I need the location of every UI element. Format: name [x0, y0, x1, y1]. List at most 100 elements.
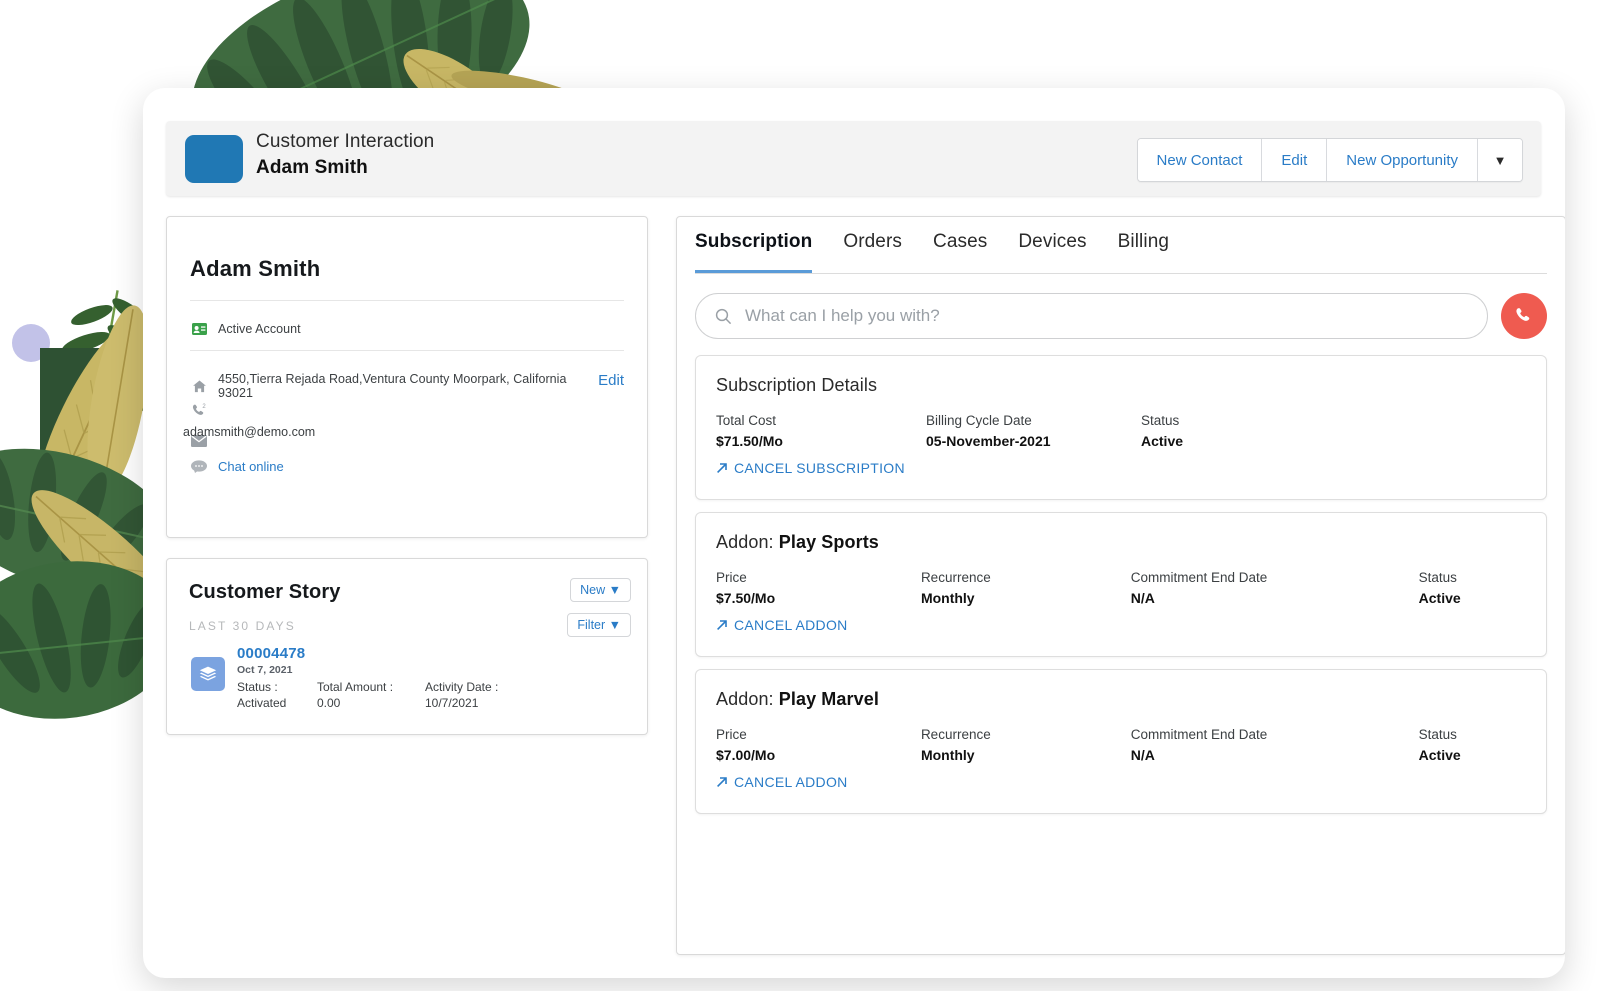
chat-online-link[interactable]: Chat online: [218, 459, 284, 474]
field-value: N/A: [1131, 588, 1419, 609]
field-label: Commitment End Date: [1131, 567, 1419, 588]
tab-devices[interactable]: Devices: [1018, 231, 1086, 273]
cancel-addon-label: CANCEL ADDON: [734, 617, 848, 633]
story-field-value: 0.00: [317, 695, 425, 711]
email-text: adamsmith@demo.com: [183, 425, 315, 439]
divider: [190, 300, 624, 301]
tab-cases[interactable]: Cases: [933, 231, 987, 273]
field-price: Price $7.50/Mo: [716, 567, 921, 609]
addon-card-play-marvel: Addon: Play Marvel Price $7.00/Mo Recurr…: [695, 669, 1547, 814]
field-recurrence: Recurrence Monthly: [921, 724, 1131, 766]
field-value: $7.50/Mo: [716, 588, 921, 609]
field-label: Commitment End Date: [1131, 724, 1419, 745]
story-record-number[interactable]: 00004478: [237, 645, 533, 662]
story-field-value: 10/7/2021: [425, 695, 533, 711]
phone-row: 2: [190, 402, 208, 420]
addon-name: Play Marvel: [779, 689, 879, 709]
field-value: N/A: [1131, 745, 1419, 766]
divider: [190, 350, 624, 351]
field-value: $7.00/Mo: [716, 745, 921, 766]
field-status: Status Active: [1419, 724, 1526, 766]
story-field-grid: Status : Activated Total Amount : 0.00 A…: [237, 679, 533, 711]
addon-title: Addon: Play Marvel: [716, 689, 879, 710]
addon-title: Addon: Play Sports: [716, 532, 879, 553]
address-text: 4550,Tierra Rejada Road,Ventura County M…: [218, 372, 580, 400]
cancel-subscription-link[interactable]: CANCEL SUBSCRIPTION: [716, 460, 905, 476]
arrow-up-right-icon: [716, 619, 728, 631]
field-commitment-end-date: Commitment End Date N/A: [1131, 724, 1419, 766]
field-label: Recurrence: [921, 724, 1131, 745]
cancel-subscription-label: CANCEL SUBSCRIPTION: [734, 460, 905, 476]
tab-subscription[interactable]: Subscription: [695, 231, 812, 273]
id-card-icon: [190, 320, 208, 338]
field-value: Active: [1419, 745, 1526, 766]
arrow-up-right-icon: [716, 462, 728, 474]
search-input[interactable]: [743, 305, 1469, 327]
new-opportunity-button[interactable]: New Opportunity: [1327, 139, 1478, 181]
account-status-label: Active Account: [218, 322, 301, 336]
search-box[interactable]: [695, 293, 1488, 339]
page-body: Adam Smith Active Accoun: [166, 216, 1542, 953]
field-value: Active: [1141, 431, 1341, 452]
field-value: Active: [1419, 588, 1526, 609]
purple-circle-decor: [12, 324, 50, 362]
story-item-body: 00004478 Oct 7, 2021 Status : Activated …: [237, 645, 533, 711]
field-label: Billing Cycle Date: [926, 410, 1141, 431]
story-period-label: LAST 30 DAYS: [189, 619, 296, 633]
left-column: Adam Smith Active Accoun: [166, 216, 648, 735]
edit-button[interactable]: Edit: [1262, 139, 1327, 181]
tab-billing[interactable]: Billing: [1118, 231, 1169, 273]
app-window: Customer Interaction Adam Smith New Cont…: [143, 88, 1565, 978]
subscription-fields: Total Cost $71.50/Mo Billing Cycle Date …: [716, 410, 1526, 452]
story-field: Activity Date : 10/7/2021: [425, 679, 533, 711]
field-price: Price $7.00/Mo: [716, 724, 921, 766]
search-row: [695, 292, 1547, 340]
svg-text:2: 2: [202, 404, 206, 410]
contact-card: Adam Smith Active Accoun: [166, 216, 648, 538]
addon-prefix: Addon:: [716, 532, 774, 552]
story-field: Status : Activated: [237, 679, 317, 711]
field-status: Status Active: [1141, 410, 1341, 452]
story-list-item[interactable]: 00004478 Oct 7, 2021 Status : Activated …: [191, 645, 533, 711]
contact-name: Adam Smith: [190, 256, 320, 282]
field-status: Status Active: [1419, 567, 1526, 609]
story-field-key: Total Amount :: [317, 679, 425, 695]
phone-call-icon: [1514, 306, 1534, 326]
account-status-row: Active Account: [190, 320, 301, 338]
chat-bubble-icon: [190, 457, 208, 475]
tab-bar: Subscription Orders Cases Devices Billin…: [695, 231, 1547, 274]
field-value: Monthly: [921, 745, 1131, 766]
new-record-button[interactable]: New ▼: [570, 578, 631, 602]
field-value: 05-November-2021: [926, 431, 1141, 452]
new-contact-button[interactable]: New Contact: [1138, 139, 1263, 181]
tab-orders[interactable]: Orders: [843, 231, 902, 273]
right-panel: Subscription Orders Cases Devices Billin…: [676, 216, 1565, 955]
field-total-cost: Total Cost $71.50/Mo: [716, 410, 926, 452]
cancel-addon-link[interactable]: CANCEL ADDON: [716, 774, 848, 790]
field-value: $71.50/Mo: [716, 431, 926, 452]
search-icon: [714, 307, 732, 325]
field-commitment-end-date: Commitment End Date N/A: [1131, 567, 1419, 609]
arrow-up-right-icon: [716, 776, 728, 788]
addon-fields: Price $7.50/Mo Recurrence Monthly Commit…: [716, 567, 1526, 609]
gold-leaf: [16, 310, 165, 530]
chat-row[interactable]: Chat online: [190, 457, 284, 475]
chevron-down-icon[interactable]: ▼: [1478, 139, 1522, 181]
header-titles: Customer Interaction Adam Smith: [256, 129, 434, 181]
addon-card-play-sports: Addon: Play Sports Price $7.50/Mo Recurr…: [695, 512, 1547, 657]
call-button[interactable]: [1501, 293, 1547, 339]
cancel-addon-link[interactable]: CANCEL ADDON: [716, 617, 848, 633]
address-row: 4550,Tierra Rejada Road,Ventura County M…: [190, 372, 580, 400]
story-record-date: Oct 7, 2021: [237, 664, 533, 676]
screenshot-stage: Customer Interaction Adam Smith New Cont…: [0, 0, 1600, 991]
field-label: Recurrence: [921, 567, 1131, 588]
field-label: Status: [1419, 724, 1526, 745]
addon-name: Play Sports: [779, 532, 879, 552]
field-label: Status: [1419, 567, 1526, 588]
edit-address-link[interactable]: Edit: [598, 372, 624, 389]
page-title: Adam Smith: [256, 154, 434, 181]
customer-story-title: Customer Story: [189, 581, 340, 604]
filter-button[interactable]: Filter ▼: [567, 613, 631, 637]
record-avatar: [185, 135, 243, 183]
story-field-value: Activated: [237, 695, 317, 711]
